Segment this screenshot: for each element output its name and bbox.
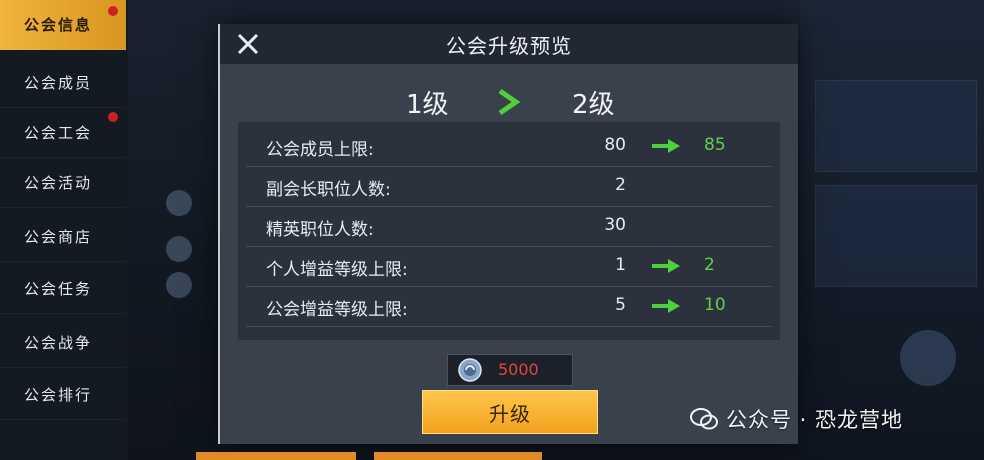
stat-current-value: 1 xyxy=(615,255,626,275)
stat-current-value: 30 xyxy=(604,215,626,235)
cost-value: 5000 xyxy=(498,360,539,379)
stat-label: 公会成员上限: xyxy=(266,140,374,160)
next-level: 2级 xyxy=(572,90,615,120)
stat-row-partial xyxy=(246,326,772,340)
dialog-title: 公会升级预览 xyxy=(446,33,572,58)
stat-next-value: 85 xyxy=(704,135,726,155)
sidebar-item-ranking[interactable]: 公会排行 xyxy=(0,370,126,420)
stat-label: 公会增益等级上限: xyxy=(266,300,408,320)
dialog-header: 公会升级预览 xyxy=(220,24,798,64)
notification-dot xyxy=(108,112,118,122)
background-card xyxy=(815,80,977,172)
background-icon xyxy=(166,236,192,262)
upgrade-button[interactable]: 升级 xyxy=(422,390,598,434)
sidebar-item-members[interactable]: 公会成员 xyxy=(0,58,126,108)
background-button xyxy=(374,452,542,460)
close-icon[interactable] xyxy=(234,30,262,58)
arrow-right-icon xyxy=(652,299,680,313)
background-icon xyxy=(166,272,192,298)
notification-dot xyxy=(108,6,118,16)
stat-label: 副会长职位人数: xyxy=(266,180,391,200)
stat-row: 精英职位人数: 30 xyxy=(246,206,772,247)
stat-row: 公会增益等级上限: 5 10 xyxy=(246,286,772,327)
stat-row: 个人增益等级上限: 1 2 xyxy=(246,246,772,287)
guild-coin-icon xyxy=(458,358,482,382)
stat-label: 个人增益等级上限: xyxy=(266,260,408,280)
dialog-body: 1级 2级 公会成员上限: 80 85 副会长职位人数: 2 精英职位人数: 3 xyxy=(220,64,798,444)
upgrade-cost: 5000 xyxy=(447,354,573,386)
guild-sidebar: 公会信息 公会成员 公会工会 公会活动 公会商店 公会任务 公会战争 公会排行 xyxy=(0,0,128,460)
stat-row: 副会长职位人数: 2 xyxy=(246,166,772,207)
wechat-icon xyxy=(690,408,718,430)
stat-current-value: 80 xyxy=(604,135,626,155)
chevron-right-icon xyxy=(498,88,521,116)
guild-upgrade-preview-dialog: 公会升级预览 1级 2级 公会成员上限: 80 85 副会长职位人数: 2 精英… xyxy=(218,24,798,444)
level-change: 1级 2级 xyxy=(220,78,798,128)
stat-next-value: 10 xyxy=(704,295,726,315)
stat-current-value: 5 xyxy=(615,295,626,315)
upgrade-button-label: 升级 xyxy=(489,401,531,426)
watermark-text: 公众号 · 恐龙营地 xyxy=(726,408,904,432)
background-icon xyxy=(900,330,956,386)
sidebar-item-guild-info[interactable]: 公会信息 xyxy=(0,0,126,50)
stats-list[interactable]: 公会成员上限: 80 85 副会长职位人数: 2 精英职位人数: 30 个人增益… xyxy=(238,122,780,340)
stat-current-value: 2 xyxy=(615,175,626,195)
stat-row: 公会成员上限: 80 85 xyxy=(246,126,772,167)
watermark: 公众号 · 恐龙营地 xyxy=(690,404,903,434)
background-card xyxy=(815,185,977,287)
stat-next-value: 2 xyxy=(704,255,715,275)
background-icon xyxy=(166,190,192,216)
sidebar-item-shop[interactable]: 公会商店 xyxy=(0,212,126,262)
current-level: 1级 xyxy=(406,90,449,120)
arrow-right-icon xyxy=(652,259,680,273)
stat-label: 精英职位人数: xyxy=(266,220,374,240)
sidebar-item-tasks[interactable]: 公会任务 xyxy=(0,264,126,314)
sidebar-item-war[interactable]: 公会战争 xyxy=(0,318,126,368)
arrow-right-icon xyxy=(652,139,680,153)
sidebar-item-activity[interactable]: 公会活动 xyxy=(0,158,126,208)
background-button xyxy=(196,452,356,460)
